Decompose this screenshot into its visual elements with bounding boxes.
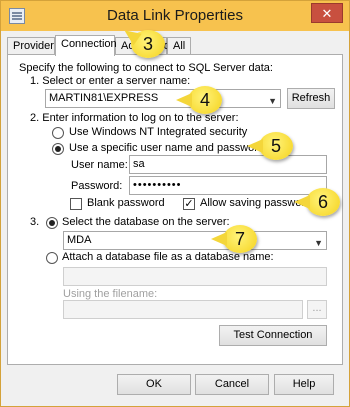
tab-connection[interactable]: Connection (55, 35, 117, 56)
browse-button[interactable]: ... (307, 300, 327, 319)
select-database-label: Select the database on the server: (62, 216, 230, 228)
tab-all[interactable]: All (167, 37, 191, 55)
help-button[interactable]: Help (274, 374, 334, 395)
callout-4: 4 (176, 86, 222, 114)
using-filename-label: Using the filename: (63, 288, 158, 300)
title-bar: Data Link Properties ✕ (1, 1, 349, 31)
instructions-text: Specify the following to connect to SQL … (19, 62, 273, 74)
attach-database-input[interactable] (63, 267, 327, 286)
database-combobox[interactable]: MDA ▼ (63, 231, 327, 250)
windows-security-label: Use Windows NT Integrated security (69, 126, 248, 138)
database-value: MDA (67, 234, 92, 246)
callout-5: 5 (247, 132, 293, 160)
step3-number: 3. (30, 216, 40, 228)
ok-button[interactable]: OK (117, 374, 191, 395)
chevron-down-icon[interactable]: ▼ (268, 93, 277, 110)
radio-windows-security[interactable] (52, 127, 64, 139)
username-input[interactable]: sa (129, 155, 327, 174)
server-name-combobox[interactable]: MARTIN81\EXPRESS ▼ (45, 89, 281, 108)
username-label: User name: (71, 159, 128, 171)
server-name-value: MARTIN81\EXPRESS (49, 92, 159, 104)
blank-password-checkbox[interactable] (70, 198, 82, 210)
callout-3: 3 (131, 30, 165, 58)
allow-saving-checkbox[interactable]: ✓ (183, 198, 195, 210)
radio-select-database[interactable] (46, 217, 58, 229)
password-label: Password: (71, 180, 123, 192)
callout-6: 6 (294, 188, 340, 216)
refresh-button[interactable]: Refresh (287, 88, 335, 109)
radio-attach-database[interactable] (46, 252, 58, 264)
connection-panel: Specify the following to connect to SQL … (7, 54, 343, 365)
callout-7: 7 (211, 225, 257, 253)
test-connection-button[interactable]: Test Connection (219, 325, 327, 346)
radio-specific-user[interactable] (52, 143, 64, 155)
window-title: Data Link Properties (107, 7, 243, 24)
specific-user-label: Use a specific user name and password: (69, 142, 268, 154)
close-button[interactable]: ✕ (311, 3, 343, 23)
cancel-button[interactable]: Cancel (195, 374, 269, 395)
tab-provider[interactable]: Provider (7, 37, 55, 55)
chevron-down-icon[interactable]: ▼ (314, 235, 323, 252)
step1-label: 1. Select or enter a server name: (30, 75, 191, 87)
blank-password-label: Blank password (87, 197, 165, 209)
data-link-properties-dialog: Data Link Properties ✕ Provider Connecti… (0, 0, 350, 407)
filename-input[interactable] (63, 300, 303, 319)
password-input[interactable]: •••••••••• (129, 176, 327, 195)
